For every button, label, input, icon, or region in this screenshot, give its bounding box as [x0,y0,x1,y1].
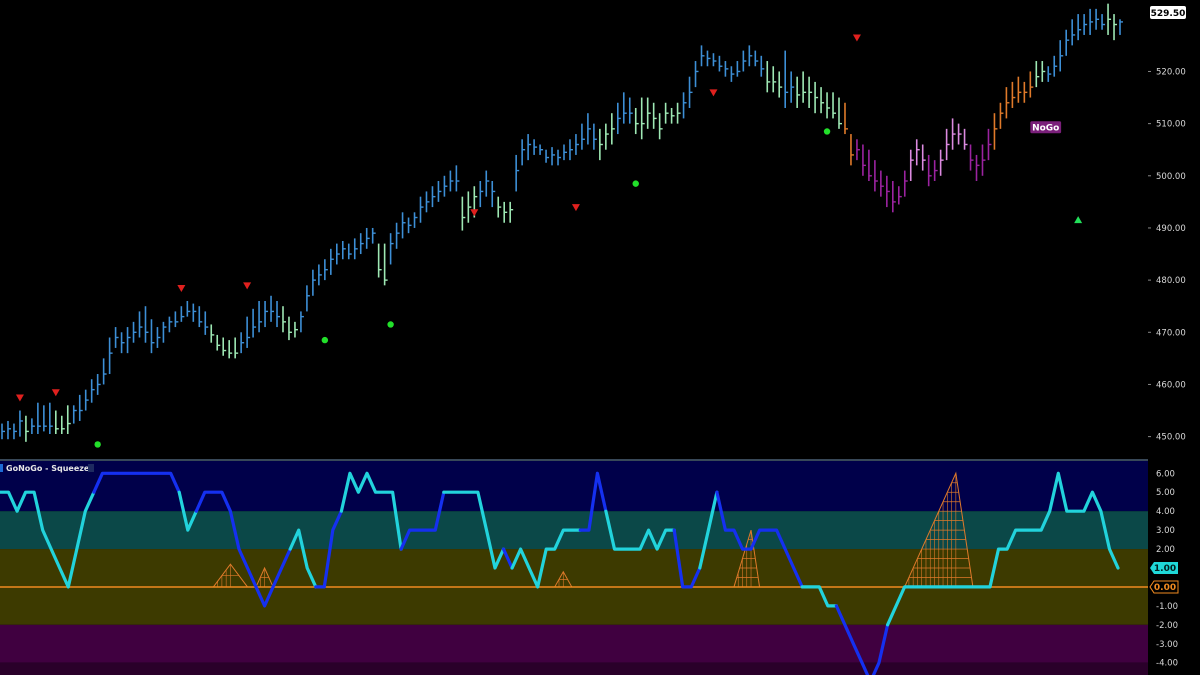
last-price-value: 529.50 [1151,9,1186,19]
title-settings-icon[interactable] [88,464,94,472]
oscillator-tick-label: 6.00 [1156,469,1175,479]
oscillator-tick-label: 5.00 [1156,488,1175,498]
oscillator-tick-label: -1.00 [1156,602,1178,612]
zero-value-text: 0.00 [1154,583,1176,593]
price-tick-label: 470.00 [1156,328,1186,338]
price-tick-label: 480.00 [1156,276,1186,286]
continuation-dot-icon [321,336,329,344]
oscillator-tick-label: 4.00 [1156,507,1175,517]
price-tick-label: 490.00 [1156,224,1186,234]
price-tick-label: 520.00 [1156,67,1186,77]
oscillator-title: GoNoGo - Squeeze [0,464,94,473]
current-value-text: 1.00 [1154,564,1176,574]
price-tick-label: 510.00 [1156,120,1186,130]
oscillator-tick-label: -4.00 [1156,659,1178,669]
oscillator-tick-label: 3.00 [1156,526,1175,536]
oscillator-zones [0,461,1148,675]
price-tick-label: 450.00 [1156,433,1186,443]
continuation-dot-icon [387,321,394,328]
oscillator-tick-label: -2.00 [1156,621,1178,631]
title-marker [0,464,3,472]
oscillator-tick-label: 2.00 [1156,545,1175,555]
last-price-tag: 529.50 [1150,6,1186,19]
continuation-dot-icon [94,441,101,448]
oscillator-tick-label: -3.00 [1156,640,1178,650]
oscillator-zone [0,662,1148,675]
oscillator-zone [0,461,1148,512]
continuation-dot-icon [632,180,639,187]
price-tick-label: 460.00 [1156,380,1186,390]
trend-badge: NoGo [1030,121,1062,133]
price-tick-label: 500.00 [1156,172,1186,182]
oscillator-title-text: GoNoGo - Squeeze [6,464,90,473]
oscillator-zone [0,624,1148,663]
trend-badge-label: NoGo [1032,123,1059,133]
gonogo-chart: 450.00 460.00 470.00 480.00 490.00 500.00 510.… [0,0,1200,675]
oscillator-panel: 6.00 5.00 4.00 3.00 2.00 -1.00 -2.00 -3.00 -4.00… [0,461,1179,675]
continuation-dot-icon [823,128,831,135]
